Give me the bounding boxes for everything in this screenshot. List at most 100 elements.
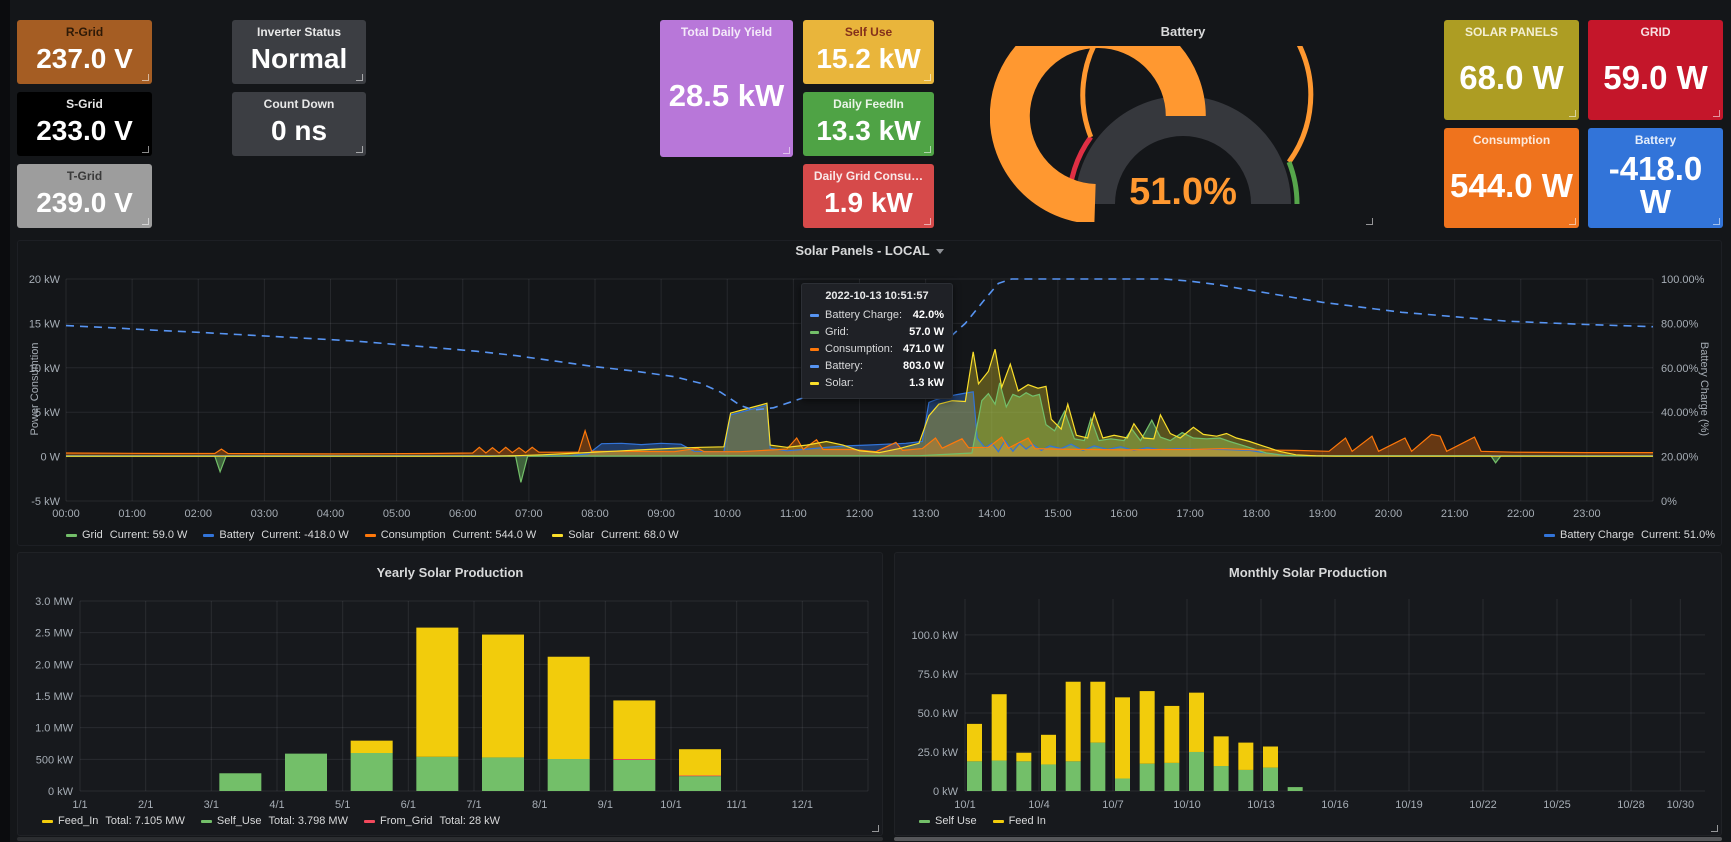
legend-item-consumption[interactable]: Consumption Current: 544.0 W	[365, 529, 537, 541]
x-axis-tick: 12/1	[792, 799, 813, 811]
resize-handle-icon[interactable]	[142, 74, 149, 81]
x-axis-tick: 10/4	[1028, 799, 1049, 811]
legend-item-self-use[interactable]: Self_Use Total: 3.798 MW	[201, 815, 348, 827]
y-axis-tick: 50.0 kW	[918, 708, 959, 720]
resize-handle-icon[interactable]	[872, 825, 879, 832]
legend-value: Current: 59.0 W	[110, 529, 188, 541]
stat-title: Daily Grid Consu…	[814, 169, 923, 183]
x-axis-tick: 18:00	[1242, 508, 1270, 520]
main-chart-title[interactable]: Solar Panels - LOCAL	[18, 243, 1721, 258]
legend-label: Grid	[82, 529, 103, 541]
resize-handle-icon[interactable]	[356, 74, 363, 81]
y-axis-tick: 3.0 MW	[35, 596, 74, 608]
series-swatch	[66, 534, 77, 537]
legend-item-from-grid[interactable]: From_Grid Total: 28 kW	[364, 815, 500, 827]
tooltip-value: 1.3 kW	[909, 375, 944, 392]
legend-item-grid[interactable]: Grid Current: 59.0 W	[66, 529, 187, 541]
y-axis-tick: 1.5 MW	[35, 691, 74, 703]
x-axis-tick: 07:00	[515, 508, 543, 520]
x-axis-tick: 10/13	[1247, 799, 1275, 811]
bar-self-use	[1140, 764, 1155, 791]
x-axis-tick: 23:00	[1573, 508, 1601, 520]
legend-value: Current: 544.0 W	[453, 529, 537, 541]
x-axis-tick: 08:00	[581, 508, 609, 520]
stat-grid-power: GRID 59.0 W	[1588, 20, 1723, 120]
resize-handle-icon[interactable]	[1569, 218, 1576, 225]
resize-handle-icon[interactable]	[1713, 110, 1720, 117]
legend-value: Total: 28 kW	[440, 815, 501, 827]
legend-item-feed-in[interactable]: Feed In	[993, 815, 1046, 827]
sidebar-edge	[0, 0, 10, 842]
legend-item-solar[interactable]: Solar Current: 68.0 W	[552, 529, 678, 541]
resize-handle-icon[interactable]	[783, 147, 790, 154]
x-axis-tick: 3/1	[204, 799, 219, 811]
resize-handle-icon[interactable]	[924, 146, 931, 153]
gauge-title[interactable]: Battery	[990, 24, 1376, 39]
y-axis-title-left: Power Consumtion	[29, 314, 41, 464]
y-axis-tick-left: 0 W	[40, 452, 60, 464]
stat-title: T-Grid	[67, 169, 102, 183]
x-axis-tick: 10/25	[1543, 799, 1571, 811]
y-axis-tick: 2.5 MW	[35, 628, 74, 640]
bar-feed_in	[548, 657, 590, 759]
bar-self-use	[1189, 752, 1204, 791]
resize-handle-icon[interactable]	[142, 146, 149, 153]
stat-value: -418.0 W	[1592, 147, 1719, 223]
bar-self_use	[219, 773, 261, 791]
bar-self-use	[1066, 761, 1081, 791]
chevron-down-icon[interactable]	[936, 249, 944, 254]
bar-self-use	[1238, 770, 1253, 791]
legend-item-battery[interactable]: Battery Current: -418.0 W	[203, 529, 348, 541]
main-chart-title-text[interactable]: Solar Panels - LOCAL	[795, 243, 929, 258]
x-axis-tick: 10/1	[660, 799, 681, 811]
monthly-chart-title[interactable]: Monthly Solar Production	[895, 565, 1721, 580]
x-axis-tick: 00:00	[52, 508, 80, 520]
series-swatch	[552, 534, 563, 537]
bar-feed-in	[967, 724, 982, 761]
resize-handle-icon[interactable]	[924, 218, 931, 225]
x-axis-tick: 19:00	[1309, 508, 1337, 520]
resize-handle-icon[interactable]	[1711, 825, 1718, 832]
legend-item-battery-charge[interactable]: Battery Charge Current: 51.0%	[1544, 529, 1715, 541]
x-axis-tick: 12:00	[846, 508, 874, 520]
bar-self-use	[1016, 761, 1031, 791]
tooltip-row: Grid: 57.0 W	[810, 324, 944, 341]
x-axis-tick: 13:00	[912, 508, 940, 520]
dashboard: R-Grid 237.0 V S-Grid 233.0 V T-Grid 239…	[0, 0, 1731, 842]
bar-self-use	[967, 761, 982, 791]
resize-handle-icon[interactable]	[142, 218, 149, 225]
bar-self_use	[679, 776, 721, 791]
legend-item-feed-in[interactable]: Feed_In Total: 7.105 MW	[42, 815, 185, 827]
resize-handle-icon[interactable]	[1569, 110, 1576, 117]
series-swatch	[993, 820, 1004, 823]
stat-value: 237.0 V	[36, 39, 133, 79]
bar-feed-in	[1066, 682, 1081, 762]
x-axis-tick: 7/1	[466, 799, 481, 811]
series-swatch	[201, 820, 212, 823]
legend-label: Self_Use	[217, 815, 262, 827]
stat-s-grid: S-Grid 233.0 V	[17, 92, 152, 156]
bar-from_grid	[613, 759, 655, 760]
legend-label: Solar	[568, 529, 594, 541]
resize-handle-icon[interactable]	[1713, 218, 1720, 225]
resize-handle-icon[interactable]	[1366, 218, 1373, 225]
tooltip-row: Consumption: 471.0 W	[810, 341, 944, 358]
stat-value: 59.0 W	[1603, 39, 1708, 115]
stat-value: Normal	[251, 39, 347, 79]
bar-feed-in	[1263, 747, 1278, 768]
series-swatch	[919, 820, 930, 823]
y-axis-tick-right: 0%	[1661, 496, 1677, 508]
yearly-chart-title[interactable]: Yearly Solar Production	[18, 565, 882, 580]
series-swatch	[203, 534, 214, 537]
y-axis-tick: 25.0 kW	[918, 747, 959, 759]
scrollbar-right[interactable]	[894, 837, 1722, 841]
gauge-value: 51.0%	[990, 171, 1376, 214]
resize-handle-icon[interactable]	[924, 74, 931, 81]
legend-item-self-use[interactable]: Self Use	[919, 815, 977, 827]
x-axis-tick: 11/1	[726, 799, 747, 811]
bar-feed-in	[1115, 697, 1130, 778]
scrollbar-left[interactable]	[17, 837, 883, 841]
battery-gauge-panel: Battery 51.0%	[990, 16, 1376, 228]
stat-value: 28.5 kW	[669, 39, 784, 152]
resize-handle-icon[interactable]	[356, 146, 363, 153]
